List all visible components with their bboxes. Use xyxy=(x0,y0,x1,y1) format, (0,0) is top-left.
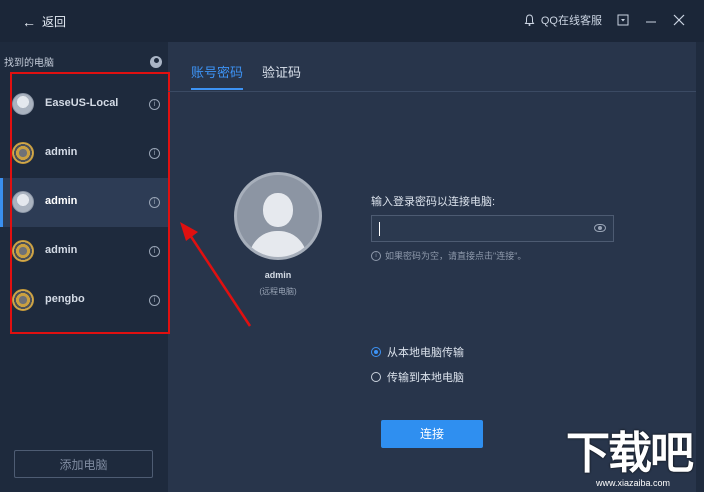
back-button[interactable]: ← 返回 xyxy=(22,13,66,30)
radio-label: 传输到本地电脑 xyxy=(387,372,464,384)
window-controls: QQ在线客服 xyxy=(523,12,686,28)
avatar-icon xyxy=(12,289,34,311)
watermark-text: 下载吧 xyxy=(566,428,694,479)
text-caret xyxy=(379,222,380,236)
connect-panel: 账号密码 验证码 admin (远程电脑) 输入登录密码以连接电脑: i 如果密… xyxy=(168,42,704,492)
info-icon[interactable]: i xyxy=(149,148,160,159)
device-name: admin xyxy=(45,244,78,256)
tab-account-password[interactable]: 账号密码 xyxy=(191,62,243,81)
minimize-icon[interactable] xyxy=(644,13,658,27)
password-label: 输入登录密码以连接电脑: xyxy=(371,196,496,208)
info-icon[interactable]: i xyxy=(149,246,160,257)
device-item[interactable]: pengbo i xyxy=(0,276,168,325)
close-icon[interactable] xyxy=(672,13,686,27)
add-computer-button[interactable]: 添加电脑 xyxy=(14,450,153,478)
device-name: EaseUS-Local xyxy=(45,97,119,109)
radio-checked-icon xyxy=(371,347,381,357)
sidebar-header: 找到的电脑 xyxy=(4,54,162,69)
watermark-url: www.xiazaiba.com xyxy=(596,478,671,488)
radio-label: 从本地电脑传输 xyxy=(387,347,464,359)
password-hint: i 如果密码为空，请直接点击"连接"。 xyxy=(371,249,526,262)
info-icon[interactable]: i xyxy=(149,99,160,110)
qq-support-label: QQ在线客服 xyxy=(540,15,602,27)
remote-user-avatar-icon xyxy=(234,172,322,260)
device-name: admin xyxy=(45,146,78,158)
password-input[interactable] xyxy=(378,219,592,240)
app-window: ← 返回 QQ在线客服 找到的电脑 EaseUS-Local i admin i… xyxy=(0,0,704,492)
device-sidebar: 找到的电脑 EaseUS-Local i admin i admin i adm… xyxy=(0,42,168,492)
watermark-logo: 下载吧 www.xiazaiba.com xyxy=(566,430,702,492)
remote-computer-subtitle: (远程电脑) xyxy=(259,287,297,296)
device-list: EaseUS-Local i admin i admin i admin i p… xyxy=(0,80,168,325)
info-icon[interactable]: i xyxy=(149,295,160,306)
info-icon: i xyxy=(371,250,381,261)
device-item[interactable]: EaseUS-Local i xyxy=(0,80,168,129)
title-bar: ← 返回 QQ在线客服 xyxy=(0,0,704,42)
password-field-container xyxy=(371,215,614,242)
arrow-left-icon: ← xyxy=(22,13,36,30)
device-name: pengbo xyxy=(45,293,85,305)
device-item[interactable]: admin i xyxy=(0,227,168,276)
avatar-icon xyxy=(12,142,34,164)
bell-icon xyxy=(523,13,537,27)
device-name: admin xyxy=(45,195,78,207)
active-tab-indicator xyxy=(191,88,243,90)
device-item-selected[interactable]: admin i xyxy=(0,178,168,227)
show-password-eye-icon[interactable] xyxy=(594,224,606,232)
radio-unchecked-icon xyxy=(371,372,381,382)
password-hint-text: 如果密码为空，请直接点击"连接"。 xyxy=(385,251,527,261)
tab-bar: 账号密码 验证码 xyxy=(168,42,696,92)
refresh-icon[interactable] xyxy=(150,55,162,68)
tab-verification-code[interactable]: 验证码 xyxy=(262,62,301,81)
radio-transfer-to-local[interactable]: 传输到本地电脑 xyxy=(371,369,464,385)
info-icon[interactable]: i xyxy=(149,197,160,208)
scrollbar[interactable] xyxy=(696,42,704,492)
remote-computer-name: admin xyxy=(264,270,292,280)
back-label: 返回 xyxy=(42,15,67,29)
sidebar-title: 找到的电脑 xyxy=(4,58,54,69)
avatar-icon xyxy=(12,240,34,262)
device-item[interactable]: admin i xyxy=(0,129,168,178)
connect-button[interactable]: 连接 xyxy=(381,420,483,448)
menu-dropdown-icon[interactable] xyxy=(616,13,630,27)
avatar-icon xyxy=(12,191,34,213)
radio-transfer-from-local[interactable]: 从本地电脑传输 xyxy=(371,344,464,360)
avatar-icon xyxy=(12,93,34,115)
qq-support-link[interactable]: QQ在线客服 xyxy=(523,12,602,28)
